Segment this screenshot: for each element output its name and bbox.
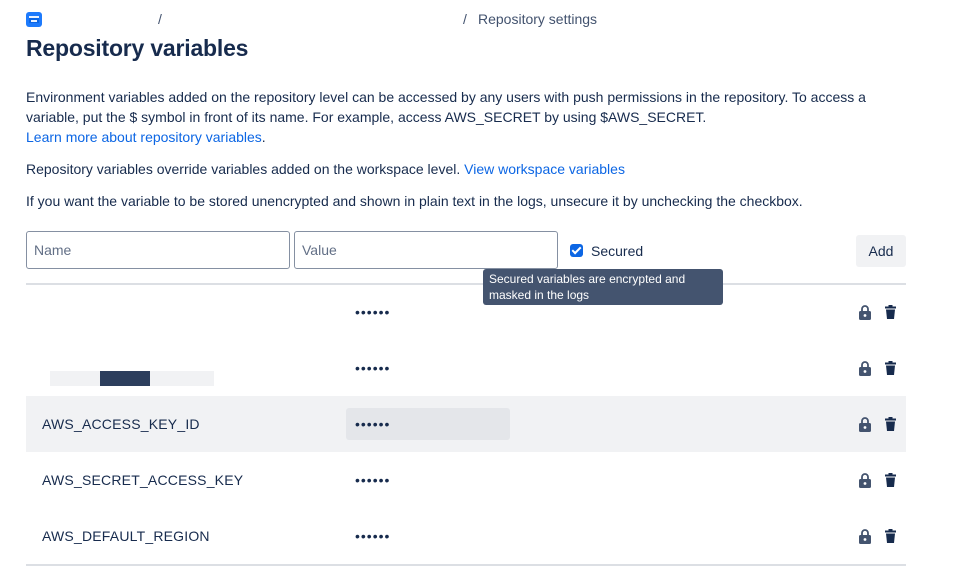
variable-row: AWS_DEFAULT_REGION ••••••	[26, 508, 906, 564]
variable-name: AWS_DEFAULT_REGION	[42, 528, 210, 544]
variable-row: ••••••	[26, 284, 906, 340]
variable-row: AWS_ACCESS_KEY_ID ••••••	[26, 396, 906, 452]
trash-icon[interactable]	[885, 473, 896, 487]
lock-icon[interactable]	[859, 361, 871, 376]
lock-icon[interactable]	[859, 473, 871, 488]
override-text: Repository variables override variables …	[26, 161, 461, 177]
table-divider	[26, 564, 906, 566]
variable-name: AWS_ACCESS_KEY_ID	[42, 416, 200, 432]
value-input[interactable]	[294, 231, 558, 269]
variable-name: AWS_SECRET_ACCESS_KEY	[42, 472, 244, 488]
breadcrumb: / / Repository settings	[26, 11, 726, 29]
learn-more-link[interactable]: Learn more about repository variables	[26, 129, 262, 145]
name-input[interactable]	[26, 231, 290, 269]
workspace-variables-link[interactable]: View workspace variables	[464, 161, 625, 177]
variable-row: AWS_SECRET_ACCESS_KEY ••••••	[26, 452, 906, 508]
page-title: Repository variables	[26, 35, 249, 61]
intro-text: Environment variables added on the repos…	[26, 89, 866, 125]
lock-icon[interactable]	[859, 305, 871, 320]
trash-icon[interactable]	[885, 417, 896, 431]
lock-icon[interactable]	[859, 417, 871, 432]
secured-checkbox[interactable]	[570, 244, 583, 257]
learn-more-suffix: .	[261, 129, 266, 145]
breadcrumb-separator: /	[158, 11, 162, 27]
add-button[interactable]: Add	[856, 235, 906, 267]
breadcrumb-current[interactable]: Repository settings	[478, 11, 597, 27]
breadcrumb-separator: /	[463, 11, 467, 27]
lock-icon[interactable]	[859, 529, 871, 544]
repository-icon[interactable]	[26, 12, 42, 27]
trash-icon[interactable]	[885, 361, 896, 375]
override-paragraph: Repository variables override variables …	[26, 159, 906, 179]
variable-value: ••••••	[355, 304, 391, 320]
trash-icon[interactable]	[885, 305, 896, 319]
secured-tooltip: Secured variables are encrypted and mask…	[483, 269, 723, 305]
variable-value: ••••••	[355, 528, 391, 544]
variable-value: ••••••	[355, 472, 391, 488]
intro-paragraph: Environment variables added on the repos…	[26, 87, 906, 147]
unsecure-paragraph: If you want the variable to be stored un…	[26, 193, 803, 209]
loading-placeholder	[50, 371, 214, 386]
variable-value: ••••••	[355, 360, 391, 376]
variable-row: ••••••	[26, 340, 906, 396]
trash-icon[interactable]	[885, 529, 896, 543]
secured-label[interactable]: Secured	[591, 243, 643, 259]
variable-value: ••••••	[355, 416, 391, 432]
